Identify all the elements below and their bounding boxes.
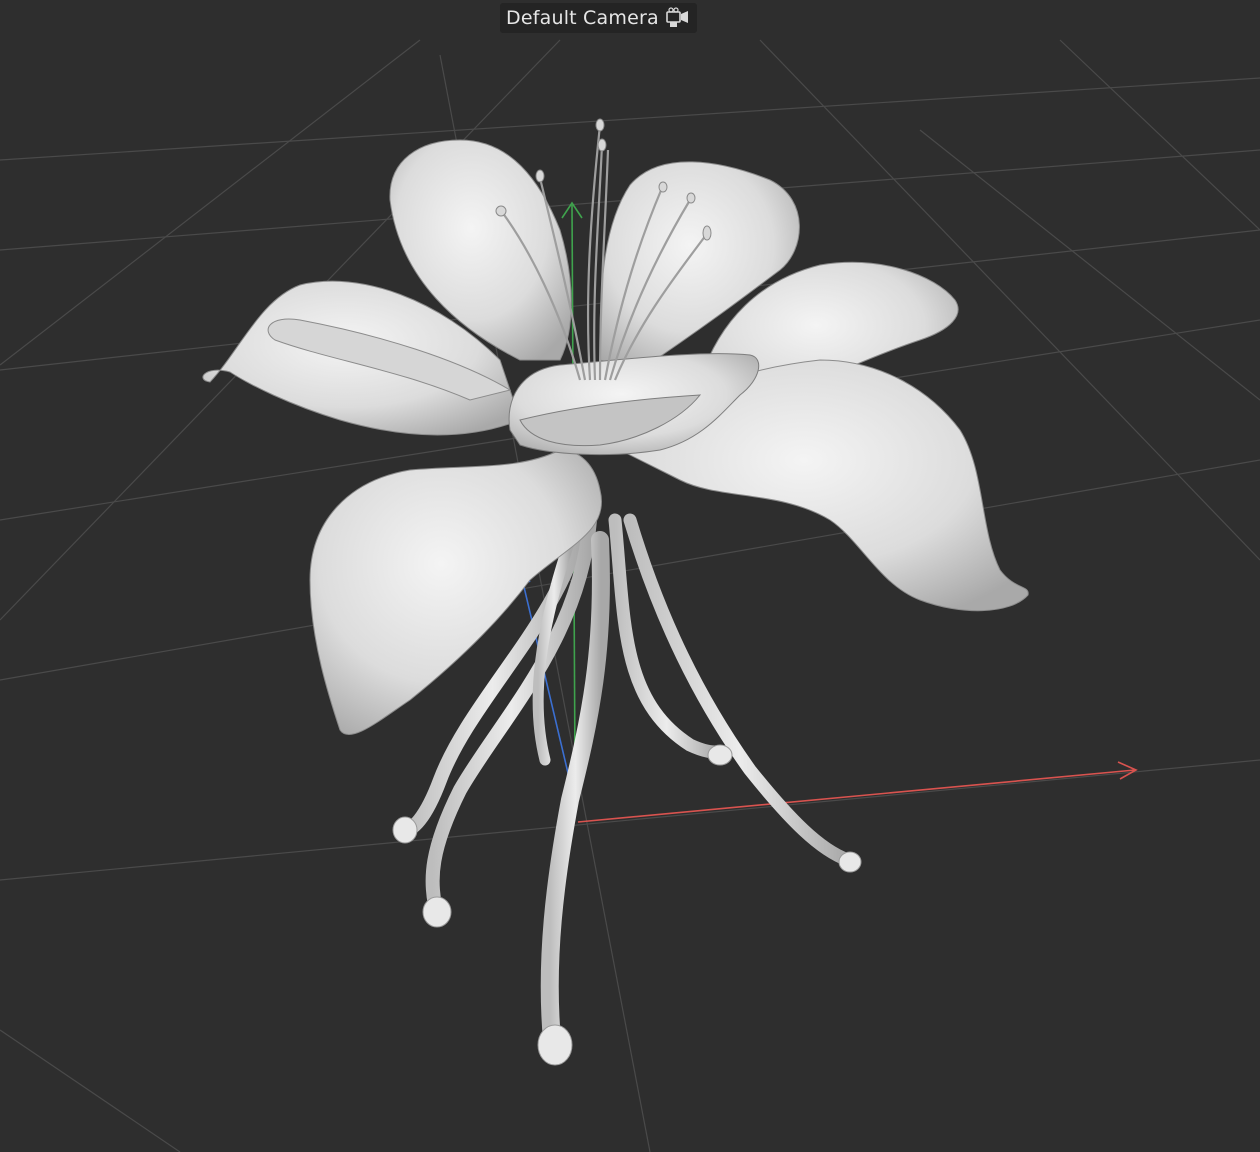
camera-icon bbox=[665, 7, 691, 29]
scene-canvas[interactable] bbox=[0, 0, 1260, 1152]
x-axis-line bbox=[577, 769, 1136, 823]
flower-model[interactable] bbox=[202, 118, 1029, 1066]
camera-selector[interactable]: Default Camera bbox=[500, 3, 697, 33]
camera-label-text: Default Camera bbox=[506, 7, 659, 29]
3d-viewport[interactable]: Default Camera bbox=[0, 0, 1260, 1152]
